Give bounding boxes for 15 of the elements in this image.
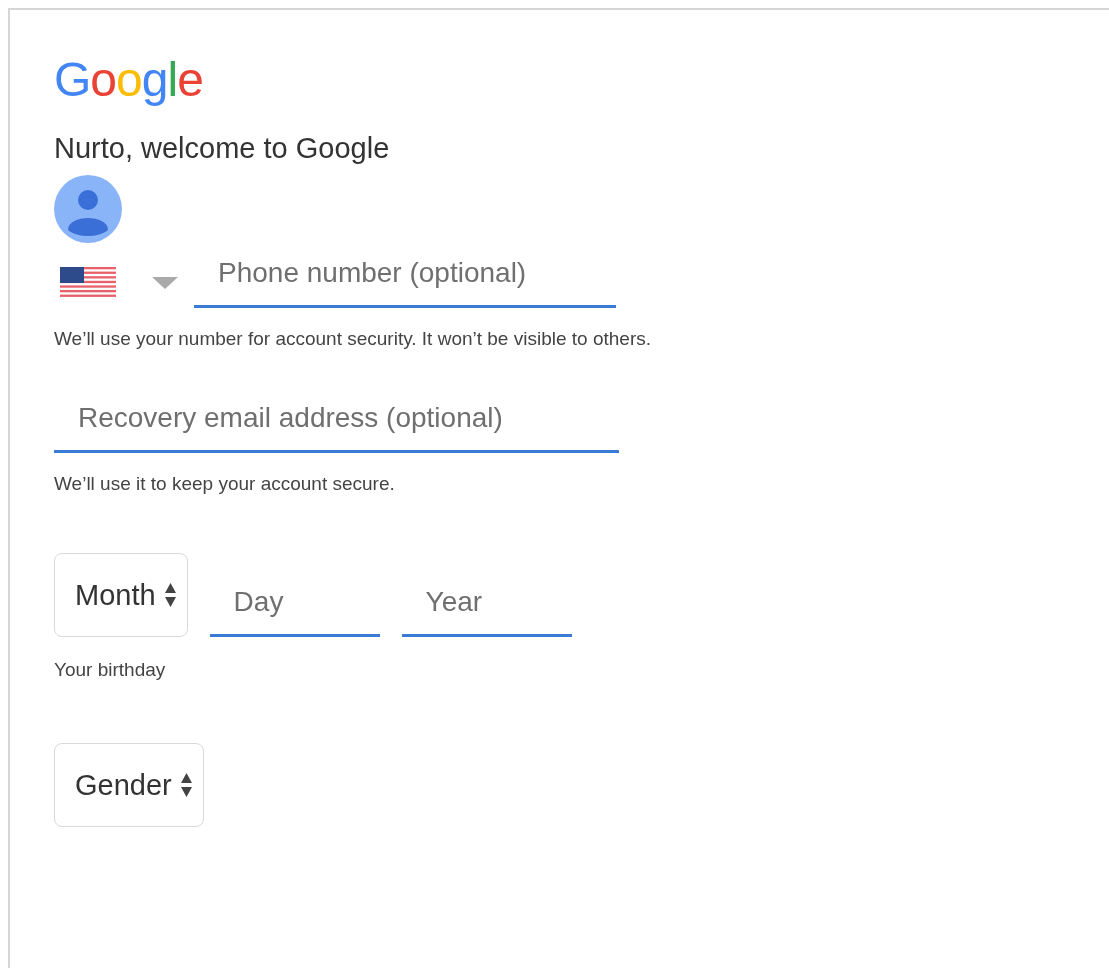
sort-icon — [163, 582, 177, 608]
gender-select[interactable]: Gender — [54, 743, 204, 827]
flag-icon[interactable] — [60, 266, 116, 299]
year-field[interactable]: Year — [401, 586, 572, 637]
month-select[interactable]: Month — [54, 553, 188, 637]
logo: Google — [54, 56, 204, 108]
recovery-email-hint: We’ll use it to keep your account secure. — [54, 473, 396, 495]
welcome-heading: Nurto, welcome to Google — [54, 132, 391, 165]
phone-number-field[interactable]: Phone number (optional) — [194, 257, 616, 308]
sort-icon — [179, 772, 193, 798]
birthday-hint: Your birthday — [54, 659, 167, 681]
avatar-icon — [54, 175, 122, 243]
day-field[interactable]: Day — [209, 586, 380, 637]
recovery-email-field[interactable]: Recovery email address (optional) — [54, 402, 619, 453]
phone-hint: We’ll use your number for account security. It won’t be visible to others. — [54, 328, 652, 350]
